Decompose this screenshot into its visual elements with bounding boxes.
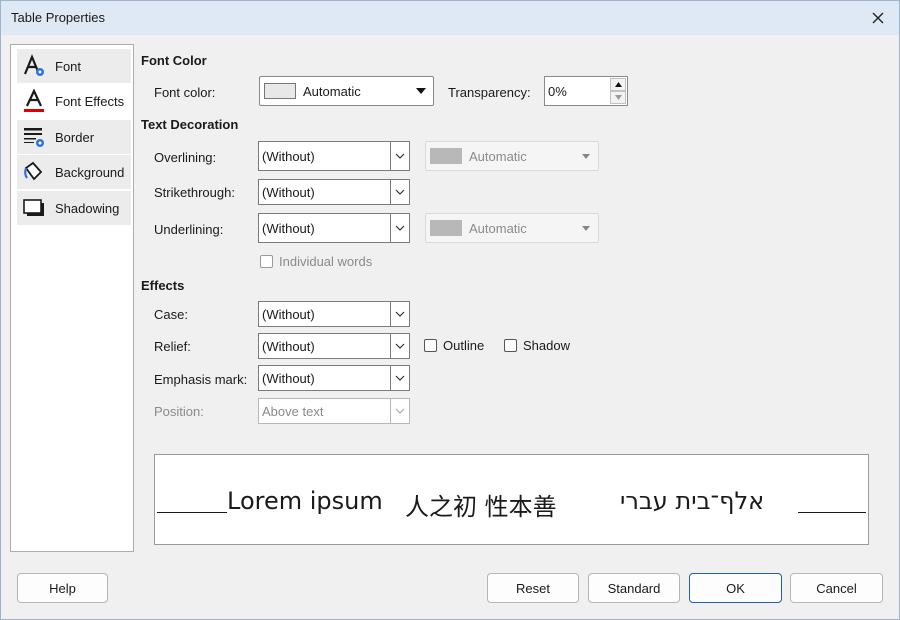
font-color-dropdown[interactable]: Automatic [259,76,434,106]
preview-baseline-left [157,512,227,513]
chevron-down-icon [409,88,433,94]
font-color-value: Automatic [303,83,361,99]
sidebar-item-shadowing[interactable]: Shadowing [17,191,131,226]
chevron-down-icon [390,399,409,423]
individual-words-checkbox[interactable]: Individual words [260,254,372,269]
cancel-button[interactable]: Cancel [790,573,883,603]
checkbox-box [424,339,437,352]
preview-latin-text: Lorem ipsum [227,487,383,515]
overline-color-value: Automatic [469,148,527,164]
overlining-label: Overlining: [154,150,217,165]
outline-label: Outline [443,338,485,353]
underlining-label: Underlining: [154,222,224,237]
chevron-down-icon [390,302,409,326]
case-dropdown[interactable]: (Without) [258,301,410,327]
font-preview: Lorem ipsum 人之初 性本善 אלף־בית עברי [154,454,869,545]
font-color-label: Font color: [154,85,216,100]
sidebar-item-label: Font Effects [55,93,125,109]
underline-color-value: Automatic [469,220,527,236]
transparency-value: 0% [548,84,567,99]
emphasis-mark-dropdown[interactable]: (Without) [258,365,410,391]
chevron-down-icon [390,214,409,242]
underline-color-dropdown[interactable]: Automatic [425,213,599,243]
chevron-down-icon [390,142,409,170]
position-dropdown[interactable]: Above text [258,398,410,424]
preview-hebrew-text: אלף־בית עברי [620,487,765,515]
overlining-value: (Without) [262,148,315,164]
sidebar-item-label: Font [55,58,82,74]
case-value: (Without) [262,306,315,322]
sidebar-item-label: Shadowing [55,200,120,216]
position-value: Above text [262,403,324,419]
underlining-dropdown[interactable]: (Without) [258,213,410,243]
relief-dropdown[interactable]: (Without) [258,333,410,359]
color-swatch [430,220,462,236]
sidebar-item-font[interactable]: Font [17,49,131,84]
close-icon [872,12,884,24]
strikethrough-label: Strikethrough: [154,185,235,200]
triangle-down-icon [614,95,622,100]
position-label: Position: [154,404,204,419]
dialog-window: Table Properties Font Font Effects Borde… [0,0,900,620]
sidebar-item-border[interactable]: Border [17,120,131,155]
text-decoration-section-title: Text Decoration [141,117,239,132]
preview-cjk-text: 人之初 性本善 [405,493,557,521]
spin-down-button[interactable] [610,91,626,104]
preview-baseline-right [798,512,866,513]
chevron-down-icon [574,225,598,231]
ok-button[interactable]: OK [689,573,782,603]
font-icon [21,53,47,79]
shadowing-icon [21,195,47,221]
effects-section-title: Effects [141,278,185,293]
background-icon [21,159,47,185]
overlining-dropdown[interactable]: (Without) [258,141,410,171]
relief-value: (Without) [262,338,315,354]
shadow-checkbox[interactable]: Shadow [504,338,570,353]
shadow-label: Shadow [523,338,570,353]
emphasis-mark-value: (Without) [262,370,315,386]
chevron-down-icon [390,366,409,390]
category-sidebar: Font Font Effects Border Background Shad… [10,44,134,552]
font-effects-icon [21,88,47,114]
triangle-up-icon [614,82,622,87]
title-bar: Table Properties [1,1,899,35]
relief-label: Relief: [154,339,191,354]
chevron-down-icon [390,334,409,358]
case-label: Case: [154,307,188,322]
color-swatch [264,83,296,99]
outline-checkbox[interactable]: Outline [424,338,484,353]
font-color-section-title: Font Color [141,53,207,68]
emphasis-mark-label: Emphasis mark: [154,372,248,387]
chevron-down-icon [390,180,409,204]
color-swatch [430,148,462,164]
transparency-spinbox[interactable]: 0% [544,76,628,106]
overline-color-dropdown[interactable]: Automatic [425,141,599,171]
standard-button[interactable]: Standard [588,573,680,603]
underlining-value: (Without) [262,220,315,236]
spin-up-button[interactable] [610,78,626,91]
transparency-label: Transparency: [448,85,531,100]
reset-button[interactable]: Reset [487,573,579,603]
help-button[interactable]: Help [17,573,108,603]
dialog-title: Table Properties [11,10,105,25]
sidebar-item-background[interactable]: Background [17,155,131,190]
sidebar-item-label: Border [55,129,95,145]
strikethrough-dropdown[interactable]: (Without) [258,179,410,205]
chevron-down-icon [574,153,598,159]
border-icon [21,124,47,150]
checkbox-box [260,255,273,268]
sidebar-item-label: Background [55,164,125,180]
checkbox-box [504,339,517,352]
close-button[interactable] [867,7,889,29]
sidebar-item-font-effects[interactable]: Font Effects [17,84,131,119]
individual-words-label: Individual words [279,254,373,269]
strikethrough-value: (Without) [262,184,315,200]
